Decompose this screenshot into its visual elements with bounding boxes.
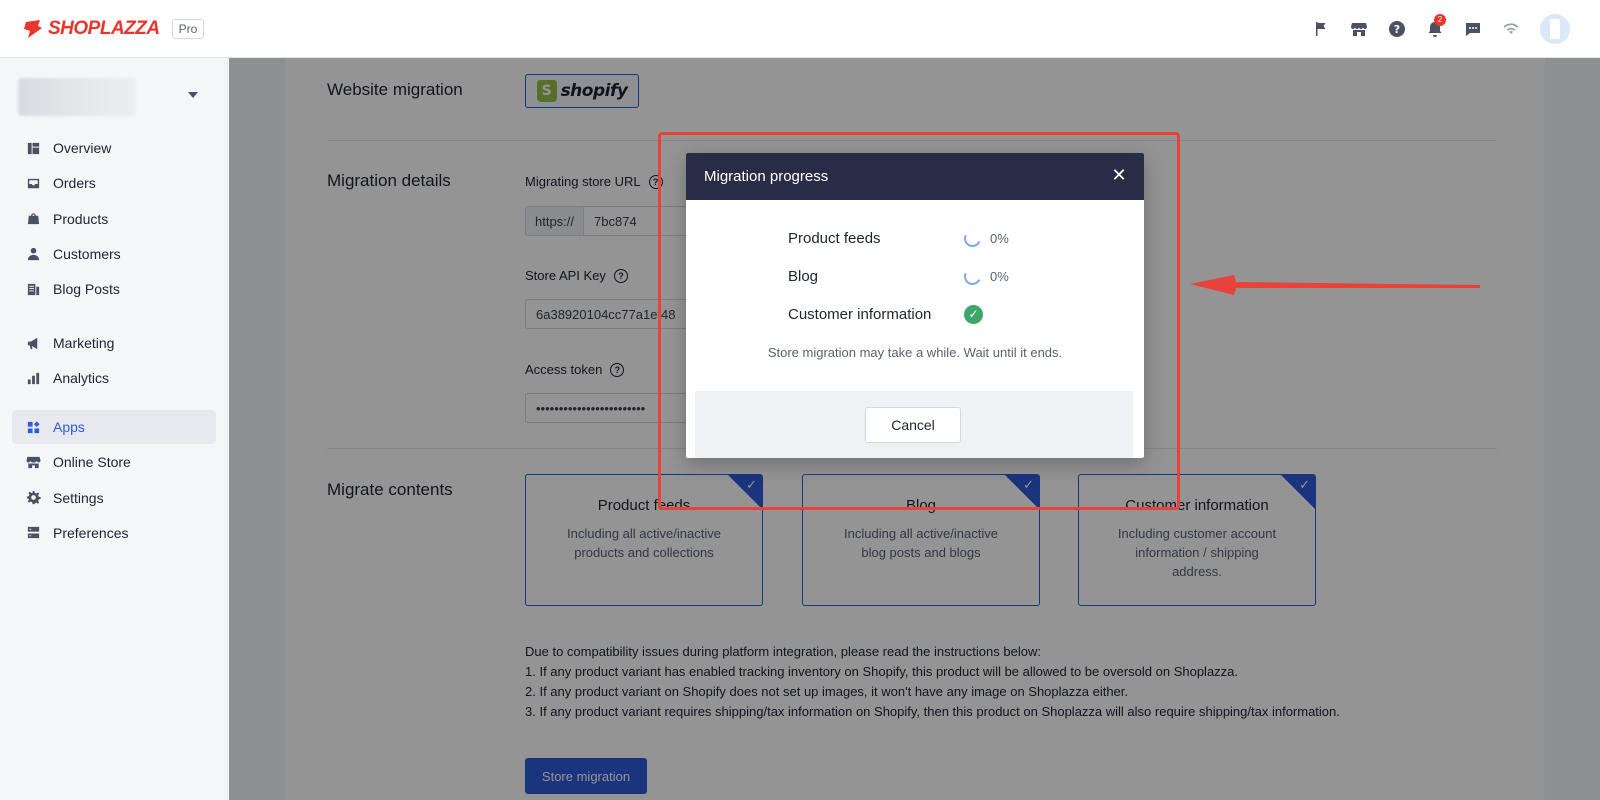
svg-text:?: ? <box>1394 23 1400 36</box>
gear-icon <box>25 490 41 506</box>
blog-icon <box>25 281 41 297</box>
sidebar-item-blog-posts[interactable]: Blog Posts <box>12 272 216 306</box>
sidebar-item-overview[interactable]: Overview <box>12 131 216 165</box>
sidebar-item-label: Marketing <box>53 335 115 351</box>
preferences-icon <box>25 525 41 541</box>
sidebar-item-label: Overview <box>53 140 112 156</box>
sidebar-item-label: Products <box>53 210 109 227</box>
sidebar-item-label: Preferences <box>53 524 129 541</box>
sidebar-item-label: Online Store <box>53 454 131 471</box>
sidebar-item-label: Apps <box>53 419 85 435</box>
sidebar-item-customers[interactable]: Customers <box>12 237 216 271</box>
sidebar-item-products[interactable]: Products <box>12 202 216 236</box>
help-icon[interactable]: ? <box>1378 14 1416 44</box>
notification-count: 2 <box>1434 14 1446 26</box>
sidebar-item-apps[interactable]: Apps <box>12 410 216 444</box>
top-bar: SHOPLAZZA Pro ? 2 <box>0 0 1600 58</box>
sidebar-item-label: Blog Posts <box>53 281 120 298</box>
sidebar: Overview Orders Products Customers Blog … <box>0 58 228 800</box>
sidebar-item-label: Analytics <box>53 370 110 387</box>
tag-icon <box>25 211 41 227</box>
nav-group-store: Apps Online Store Settings Preferences <box>12 410 216 551</box>
highlight-box-annotation <box>658 132 1180 510</box>
sidebar-item-online-store[interactable]: Online Store <box>12 445 216 479</box>
brand-name: SHOPLAZZA <box>48 18 160 39</box>
nav-group-main: Overview Orders Products Customers Blog … <box>12 131 216 307</box>
bell-icon[interactable]: 2 <box>1416 14 1454 44</box>
overview-icon <box>25 140 41 156</box>
store-icon[interactable] <box>1340 14 1378 44</box>
megaphone-icon <box>25 335 41 351</box>
person-icon <box>25 246 41 262</box>
store-name-blurred <box>18 78 136 116</box>
sidebar-item-analytics[interactable]: Analytics <box>12 361 216 395</box>
sidebar-item-label: Orders <box>53 175 96 192</box>
caret-down-icon <box>188 92 198 98</box>
apps-icon <box>25 419 41 435</box>
arrow-left-annotation <box>1190 275 1480 295</box>
top-icons: ? 2 <box>1302 14 1570 44</box>
sidebar-item-settings[interactable]: Settings <box>12 481 216 515</box>
chat-icon[interactable] <box>1454 14 1492 44</box>
sidebar-item-label: Settings <box>53 489 104 506</box>
sidebar-item-marketing[interactable]: Marketing <box>12 326 216 360</box>
sidebar-item-label: Customers <box>53 245 121 262</box>
plan-badge: Pro <box>171 19 205 39</box>
avatar[interactable] <box>1540 14 1570 44</box>
shoplazza-logo[interactable]: SHOPLAZZA Pro <box>22 18 205 40</box>
bar-chart-icon <box>25 370 41 386</box>
flag-icon[interactable] <box>1302 14 1340 44</box>
inbox-icon <box>25 175 41 191</box>
shoplazza-logo-icon <box>24 20 42 38</box>
sidebar-item-preferences[interactable]: Preferences <box>12 516 216 550</box>
store-switcher[interactable] <box>18 76 208 118</box>
sidebar-item-orders[interactable]: Orders <box>12 166 216 200</box>
storefront-icon <box>25 454 41 470</box>
nav-group-growth: Marketing Analytics <box>12 326 216 397</box>
wifi-icon[interactable] <box>1492 14 1530 44</box>
